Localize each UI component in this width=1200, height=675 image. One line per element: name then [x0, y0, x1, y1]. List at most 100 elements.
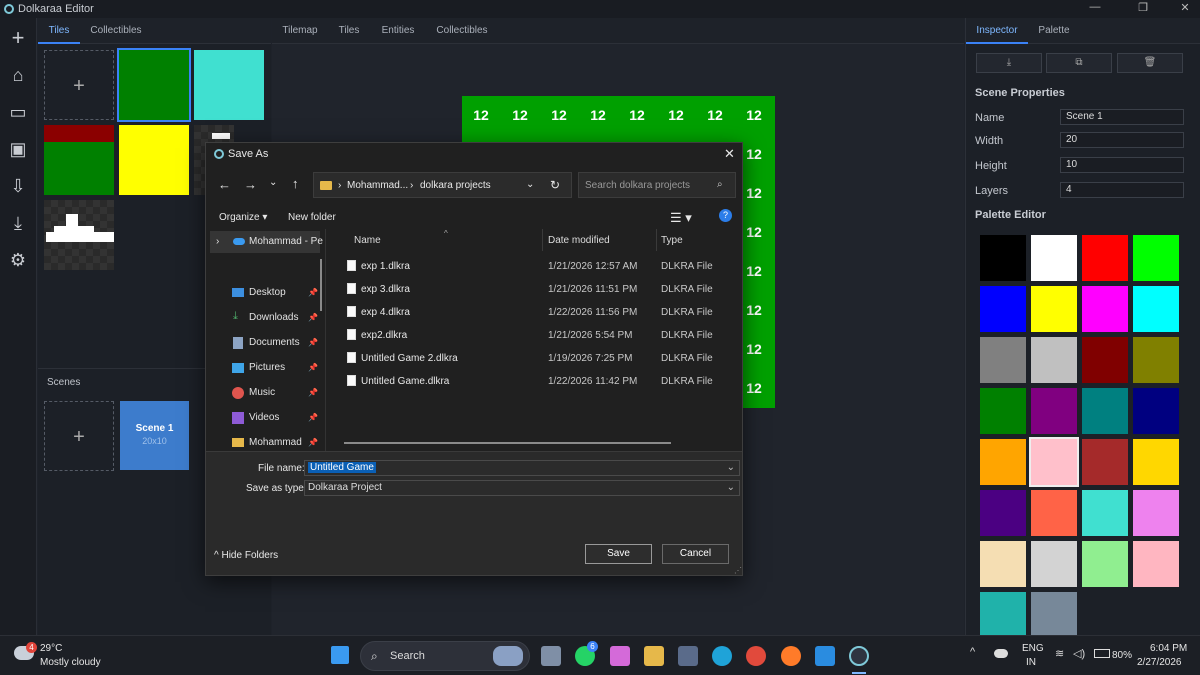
tile-green[interactable]	[117, 48, 191, 122]
tile-turquoise[interactable]	[194, 50, 264, 120]
new-icon[interactable]: +	[6, 26, 30, 50]
firefox-icon[interactable]	[781, 646, 801, 666]
nav-item-desktop[interactable]: Desktop 📌	[230, 285, 326, 303]
store-icon[interactable]	[678, 646, 698, 666]
back-icon[interactable]: ←	[218, 177, 231, 192]
prop-layers-input[interactable]: 4	[1060, 182, 1184, 198]
tab-center-collectibles[interactable]: Collectibles	[432, 18, 492, 44]
save-type-select[interactable]: Dolkaraa Project ⌄	[304, 480, 740, 496]
tab-inspector[interactable]: Inspector	[966, 18, 1028, 44]
tab-collectibles[interactable]: Collectibles	[86, 18, 146, 44]
palette-swatch[interactable]	[1133, 235, 1179, 281]
palette-swatch[interactable]	[1133, 388, 1179, 434]
volume-icon[interactable]: ◁)	[1073, 647, 1085, 660]
tile-red-green[interactable]	[44, 125, 114, 195]
hide-folders-button[interactable]: ^ Hide Folders	[214, 550, 278, 561]
clock-time[interactable]: 6:04 PM	[1150, 643, 1187, 654]
file-row[interactable]: exp2.dlkra 1/21/2026 5:54 PM DLKRA File	[342, 327, 740, 345]
palette-swatch[interactable]	[1082, 490, 1128, 536]
file-name-input[interactable]: Untitled Game ⌄	[304, 460, 740, 476]
palette-swatch[interactable]	[1082, 337, 1128, 383]
palette-swatch[interactable]	[1031, 592, 1077, 638]
nav-item-music[interactable]: Music 📌	[230, 385, 326, 403]
resize-grip-icon[interactable]: ⋰	[734, 566, 742, 575]
tab-palette[interactable]: Palette	[1032, 18, 1076, 44]
language-code[interactable]: ENG	[1022, 643, 1044, 654]
delete-button[interactable]: 🗑	[1117, 53, 1183, 73]
palette-swatch[interactable]	[980, 388, 1026, 434]
file-row[interactable]: Untitled Game.dlkra 1/22/2026 11:42 PM D…	[342, 373, 740, 391]
download-icon[interactable]: ⤓	[6, 211, 30, 235]
file-row[interactable]: exp 3.dlkra 1/21/2026 11:51 PM DLKRA Fil…	[342, 281, 740, 299]
help-icon[interactable]: ?	[719, 209, 732, 222]
nav-item-mohammad[interactable]: Mohammad 📌	[230, 435, 326, 451]
palette-swatch[interactable]	[1031, 541, 1077, 587]
palette-swatch[interactable]	[1031, 235, 1077, 281]
palette-swatch[interactable]	[980, 592, 1026, 638]
palette-swatch[interactable]	[1082, 439, 1128, 485]
refresh-icon[interactable]: ↻	[550, 178, 560, 192]
nav-item-documents[interactable]: Documents 📌	[230, 335, 326, 353]
col-type[interactable]: Type	[661, 235, 683, 246]
tab-entities[interactable]: Entities	[376, 18, 420, 44]
tray-chevron-up-icon[interactable]: ^	[970, 646, 975, 658]
palette-swatch[interactable]	[980, 439, 1026, 485]
restore-icon[interactable]: ❐	[1128, 1, 1158, 14]
col-date[interactable]: Date modified	[548, 235, 610, 246]
chrome-icon[interactable]	[746, 646, 766, 666]
breadcrumb-folder[interactable]: dolkara projects	[420, 180, 491, 191]
palette-swatch[interactable]	[1031, 286, 1077, 332]
palette-swatch[interactable]	[980, 235, 1026, 281]
palette-swatch[interactable]	[1133, 286, 1179, 332]
palette-swatch[interactable]	[1082, 235, 1128, 281]
file-row[interactable]: Untitled Game 2.dlkra 1/19/2026 7:25 PM …	[342, 350, 740, 368]
task-view-icon[interactable]	[541, 646, 561, 666]
palette-swatch[interactable]	[1082, 388, 1128, 434]
palette-swatch[interactable]	[1031, 388, 1077, 434]
prop-name-input[interactable]: Scene 1	[1060, 109, 1184, 125]
weather-temp[interactable]: 29°C	[40, 643, 62, 654]
windows-start-icon[interactable]	[331, 646, 349, 664]
weather-desc[interactable]: Mostly cloudy	[40, 657, 101, 668]
palette-swatch[interactable]	[1133, 541, 1179, 587]
palette-swatch[interactable]	[1133, 490, 1179, 536]
file-explorer-icon[interactable]	[644, 646, 664, 666]
save-button[interactable]: Save	[585, 544, 652, 564]
tab-center-tiles[interactable]: Tiles	[332, 18, 366, 44]
settings-icon[interactable]: ⚙	[6, 248, 30, 272]
address-bar[interactable]: › Mohammad... › dolkara projects ⌄ ↻	[313, 172, 572, 198]
save-icon[interactable]: ▣	[6, 137, 30, 161]
new-folder-button[interactable]: New folder	[288, 212, 336, 223]
home-icon[interactable]: ⌂	[6, 63, 30, 87]
organize-menu[interactable]: Organize ▾	[219, 212, 267, 223]
view-options-icon[interactable]: ☰ ▾	[670, 210, 692, 226]
palette-swatch[interactable]	[1133, 439, 1179, 485]
address-dropdown-icon[interactable]: ⌄	[526, 179, 534, 190]
prop-height-input[interactable]: 10	[1060, 157, 1184, 173]
nav-scrollbar[interactable]	[320, 259, 322, 311]
up-icon[interactable]: ↑	[292, 176, 299, 191]
tab-tiles[interactable]: Tiles	[38, 18, 80, 44]
tile-white-cloud[interactable]	[44, 200, 114, 270]
dolkaraa-app-icon[interactable]	[849, 646, 869, 666]
nav-item-onedrive[interactable]: › Mohammad - Pe	[210, 231, 323, 253]
add-scene-button[interactable]: +	[44, 401, 114, 471]
wifi-icon[interactable]: ≋	[1055, 647, 1064, 660]
nav-item-downloads[interactable]: ⤓ Downloads 📌	[230, 310, 326, 328]
battery-icon[interactable]	[1094, 649, 1110, 658]
palette-swatch[interactable]	[980, 490, 1026, 536]
onedrive-tray-icon[interactable]	[994, 649, 1008, 658]
horizontal-scrollbar[interactable]	[344, 442, 671, 444]
recent-dropdown-icon[interactable]: ⌄	[269, 177, 277, 188]
copilot-icon[interactable]	[610, 646, 630, 666]
palette-swatch[interactable]	[1133, 337, 1179, 383]
folder-icon[interactable]: ▭	[6, 100, 30, 124]
scene-card[interactable]: Scene 1 20x10	[120, 401, 189, 470]
palette-swatch[interactable]	[1031, 337, 1077, 383]
tile-yellow[interactable]	[119, 125, 189, 195]
nav-item-pictures[interactable]: Pictures 📌	[230, 360, 326, 378]
palette-swatch[interactable]	[1031, 490, 1077, 536]
search-box[interactable]: Search dolkara projects ⌕	[578, 172, 736, 198]
nav-item-videos[interactable]: Videos 📌	[230, 410, 326, 428]
palette-swatch[interactable]	[980, 337, 1026, 383]
